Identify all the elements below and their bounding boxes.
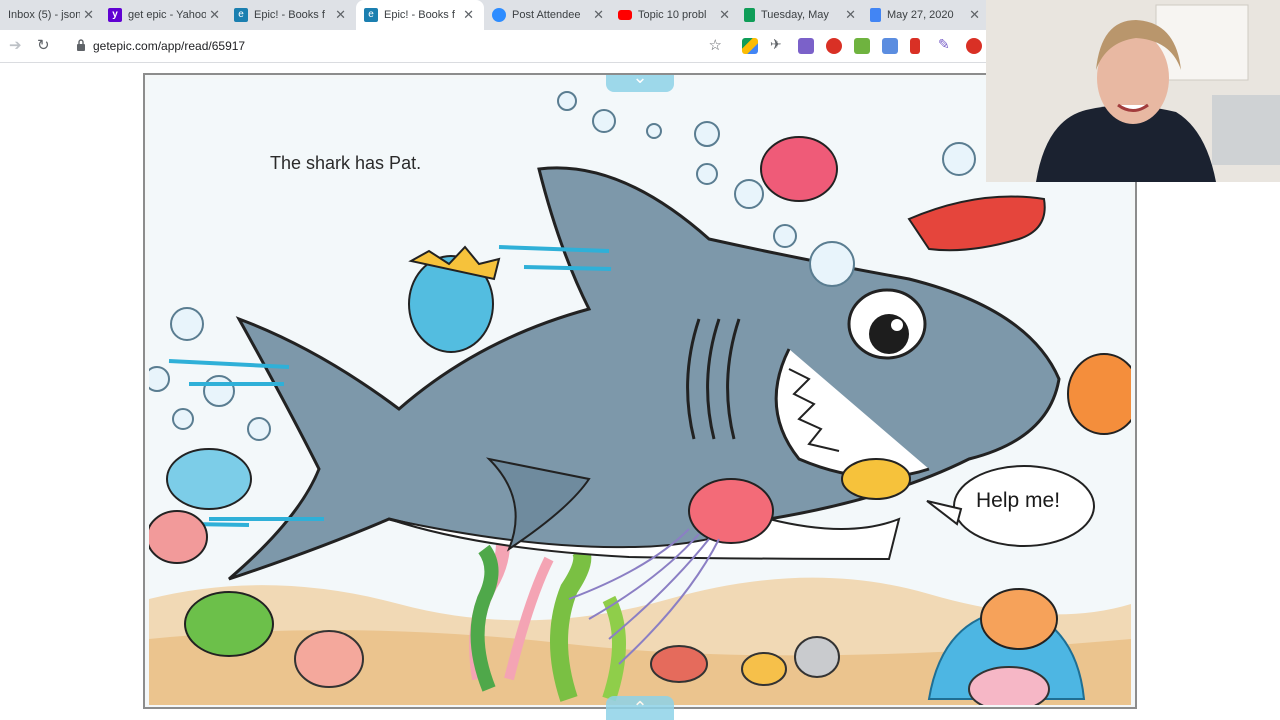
green-extension-icon[interactable]	[854, 38, 870, 54]
red-extension-icon[interactable]	[966, 38, 982, 54]
tab-inbox[interactable]: Inbox (5) - json ✕	[0, 0, 100, 30]
tab-docs[interactable]: May 27, 2020 ✕	[870, 0, 986, 30]
reload-icon[interactable]: ↻	[37, 36, 50, 54]
page-text: The shark has Pat.	[270, 153, 422, 173]
close-icon[interactable]: ✕	[209, 7, 220, 23]
tab-title: May 27, 2020	[887, 9, 954, 21]
tab-title: Tuesday, May	[761, 9, 829, 21]
tab-zoom[interactable]: Post Attendee ✕	[492, 0, 610, 30]
tab-title: get epic - Yahoo	[128, 9, 206, 21]
close-icon[interactable]: ✕	[719, 7, 730, 23]
tab-title: Topic 10 probl	[638, 9, 707, 21]
address-bar[interactable]: getepic.com/app/read/65917 ☆	[70, 33, 730, 59]
youtube-icon	[618, 10, 632, 20]
tab-epic-1[interactable]: e Epic! - Books f ✕	[234, 0, 352, 30]
chevron-down-icon[interactable]: ⌄	[606, 75, 674, 92]
zoom-icon	[492, 8, 506, 22]
speech-bubble-text: Help me!	[976, 489, 1061, 512]
docs-icon	[870, 8, 881, 22]
presenter-video-frame	[986, 0, 1280, 182]
lock-icon	[77, 39, 85, 51]
bookmark-star-icon[interactable]: ☆	[709, 36, 722, 54]
close-icon[interactable]: ✕	[593, 7, 604, 23]
close-icon[interactable]: ✕	[845, 7, 856, 23]
tab-title: Post Attendee	[512, 9, 581, 21]
tab-epic-active[interactable]: e Epic! - Books f ✕	[356, 0, 484, 30]
close-icon[interactable]: ✕	[463, 7, 474, 23]
yahoo-icon: y	[108, 8, 122, 22]
search-extension-icon[interactable]	[882, 38, 898, 54]
google-drive-icon[interactable]	[742, 38, 758, 54]
pen-icon[interactable]: ✎	[938, 36, 954, 52]
tab-title: Epic! - Books f	[384, 9, 455, 21]
tab-title: Inbox (5) - json	[8, 9, 80, 21]
forward-arrow-icon[interactable]: ➔	[9, 36, 22, 54]
tab-yahoo[interactable]: y get epic - Yahoo ✕	[108, 0, 226, 30]
close-icon[interactable]: ✕	[83, 7, 94, 23]
adblock-icon[interactable]	[826, 38, 842, 54]
puzzle-extension-icon[interactable]	[798, 38, 814, 54]
chevron-up-icon[interactable]: ⌃	[606, 696, 674, 720]
url-text: getepic.com/app/read/65917	[93, 39, 246, 53]
epic-icon: e	[234, 8, 248, 22]
close-icon[interactable]: ✕	[335, 7, 346, 23]
sheets-icon	[744, 8, 755, 22]
tab-title: Epic! - Books f	[254, 9, 325, 21]
bookmark-extension-icon[interactable]	[910, 38, 920, 54]
webcam-video	[986, 0, 1280, 182]
tab-youtube[interactable]: Topic 10 probl ✕	[618, 0, 736, 30]
epic-icon: e	[364, 8, 378, 22]
rocket-icon[interactable]: ✈	[770, 36, 786, 52]
close-icon[interactable]: ✕	[969, 7, 980, 23]
tab-sheets[interactable]: Tuesday, May ✕	[744, 0, 862, 30]
